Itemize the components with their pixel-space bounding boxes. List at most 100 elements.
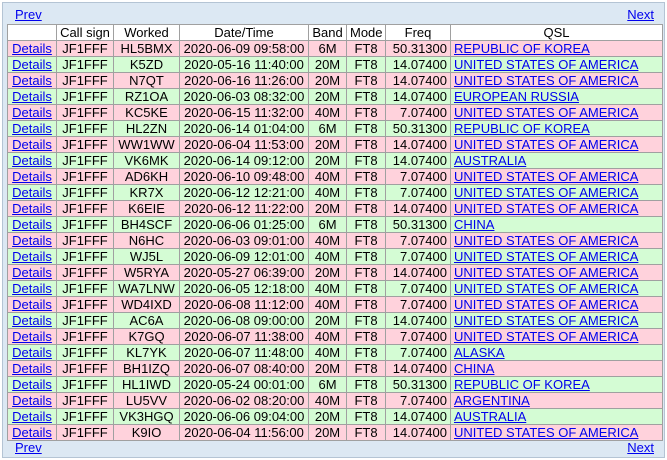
worked-cell: N6HC [114,233,179,248]
details-link[interactable]: Details [12,89,52,104]
freq-cell: 14.07400 [386,153,450,168]
details-link[interactable]: Details [12,137,52,152]
details-link[interactable]: Details [12,57,52,72]
worked-cell: WD4IXD [114,297,179,312]
details-link-cell: Details [8,57,56,72]
datetime-cell: 2020-06-12 11:22:00 [180,201,308,216]
qsl-link[interactable]: UNITED STATES OF AMERICA [454,169,638,184]
details-link[interactable]: Details [12,73,52,88]
freq-cell: 7.07400 [386,297,450,312]
qsl-link[interactable]: AUSTRALIA [454,409,526,424]
qsl-link[interactable]: UNITED STATES OF AMERICA [454,201,638,216]
qsl-link[interactable]: UNITED STATES OF AMERICA [454,185,638,200]
details-link[interactable]: Details [12,201,52,216]
datetime-cell: 2020-06-07 08:40:00 [180,361,308,376]
qsl-link[interactable]: UNITED STATES OF AMERICA [454,425,638,440]
freq-cell: 14.07400 [386,361,450,376]
details-link[interactable]: Details [12,169,52,184]
qsl-link[interactable]: REPUBLIC OF KOREA [454,121,590,136]
call-sign-cell: JF1FFF [57,153,113,168]
freq-cell: 14.07400 [386,425,450,440]
band-cell: 20M [309,57,346,72]
qsl-link[interactable]: UNITED STATES OF AMERICA [454,297,638,312]
col-header-qsl: QSL [451,25,662,40]
table-row: Details JF1FFF HL2ZN 2020-06-14 01:04:00 6M F… [8,121,662,136]
qsl-link[interactable]: UNITED STATES OF AMERICA [454,281,638,296]
freq-cell: 14.07400 [386,265,450,280]
worked-cell: AD6KH [114,169,179,184]
qsl-link[interactable]: UNITED STATES OF AMERICA [454,57,638,72]
worked-cell: BH4SCF [114,217,179,232]
details-link-cell: Details [8,89,56,104]
details-link[interactable]: Details [12,329,52,344]
qsl-link[interactable]: EUROPEAN RUSSIA [454,89,579,104]
worked-cell: N7QT [114,73,179,88]
qsl-link[interactable]: UNITED STATES OF AMERICA [454,137,638,152]
qsl-link[interactable]: UNITED STATES OF AMERICA [454,265,638,280]
details-link[interactable]: Details [12,121,52,136]
details-link[interactable]: Details [12,185,52,200]
band-cell: 40M [309,105,346,120]
datetime-cell: 2020-06-14 09:12:00 [180,153,308,168]
mode-cell: FT8 [347,169,385,184]
details-link-cell: Details [8,361,56,376]
details-link[interactable]: Details [12,425,52,440]
col-header-freq: Freq [386,25,450,40]
worked-cell: HL5BMX [114,41,179,56]
qsl-link[interactable]: CHINA [454,217,494,232]
freq-cell: 7.07400 [386,345,450,360]
details-link[interactable]: Details [12,393,52,408]
worked-cell: K7GQ [114,329,179,344]
details-link[interactable]: Details [12,345,52,360]
details-link-cell: Details [8,281,56,296]
datetime-cell: 2020-06-16 11:26:00 [180,73,308,88]
details-link[interactable]: Details [12,105,52,120]
qsl-link-cell: UNITED STATES OF AMERICA [451,105,662,120]
details-link-cell: Details [8,345,56,360]
next-link-top[interactable]: Next [627,6,654,24]
datetime-cell: 2020-05-24 00:01:00 [180,377,308,392]
qsl-link[interactable]: REPUBLIC OF KOREA [454,377,590,392]
next-link-bottom[interactable]: Next [627,439,654,457]
qsl-link[interactable]: CHINA [454,361,494,376]
qsl-link[interactable]: UNITED STATES OF AMERICA [454,329,638,344]
datetime-cell: 2020-06-15 11:32:00 [180,105,308,120]
table-row: Details JF1FFF RZ1OA 2020-06-03 08:32:00 20M… [8,89,662,104]
mode-cell: FT8 [347,249,385,264]
band-cell: 20M [309,153,346,168]
table-row: Details JF1FFF KR7X 2020-06-12 12:21:00 40M F… [8,185,662,200]
qsl-link[interactable]: UNITED STATES OF AMERICA [454,249,638,264]
details-link[interactable]: Details [12,153,52,168]
details-link[interactable]: Details [12,409,52,424]
details-link[interactable]: Details [12,377,52,392]
table-row: Details JF1FFF LU5VV 2020-06-02 08:20:00 40M… [8,393,662,408]
prev-link-top[interactable]: Prev [15,6,42,24]
call-sign-cell: JF1FFF [57,329,113,344]
qsl-link[interactable]: AUSTRALIA [454,153,526,168]
qsl-link-cell: UNITED STATES OF AMERICA [451,329,662,344]
details-link[interactable]: Details [12,41,52,56]
details-link[interactable]: Details [12,265,52,280]
prev-link-bottom[interactable]: Prev [15,439,42,457]
details-link[interactable]: Details [12,281,52,296]
call-sign-cell: JF1FFF [57,169,113,184]
details-link[interactable]: Details [12,313,52,328]
details-link[interactable]: Details [12,297,52,312]
datetime-cell: 2020-06-07 11:38:00 [180,329,308,344]
worked-cell: HL1IWD [114,377,179,392]
details-link[interactable]: Details [12,361,52,376]
details-link[interactable]: Details [12,217,52,232]
qsl-link[interactable]: ALASKA [454,345,505,360]
details-link[interactable]: Details [12,233,52,248]
datetime-cell: 2020-06-14 01:04:00 [180,121,308,136]
worked-cell: KR7X [114,185,179,200]
mode-cell: FT8 [347,393,385,408]
qsl-link[interactable]: UNITED STATES OF AMERICA [454,73,638,88]
qsl-link[interactable]: UNITED STATES OF AMERICA [454,233,638,248]
freq-cell: 7.07400 [386,185,450,200]
qsl-link[interactable]: REPUBLIC OF KOREA [454,41,590,56]
qsl-link[interactable]: UNITED STATES OF AMERICA [454,105,638,120]
details-link[interactable]: Details [12,249,52,264]
qsl-link[interactable]: ARGENTINA [454,393,530,408]
qsl-link[interactable]: UNITED STATES OF AMERICA [454,313,638,328]
